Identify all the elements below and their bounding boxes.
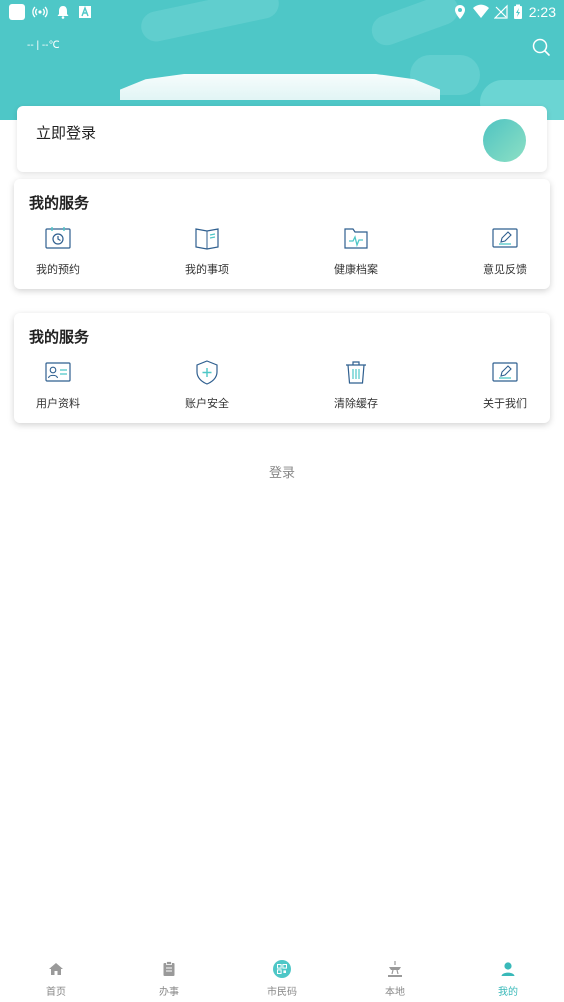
calendar-clock-icon xyxy=(45,227,71,249)
service-label: 清除缓存 xyxy=(334,397,378,410)
location-icon xyxy=(455,5,465,19)
landmark-icon xyxy=(388,961,402,977)
edit-icon xyxy=(492,362,518,382)
card-title: 我的服务 xyxy=(29,328,90,346)
service-clear-cache[interactable]: 清除缓存 xyxy=(316,359,396,417)
weather-readout: -- | --℃ xyxy=(27,40,60,51)
nav-item-home[interactable]: 首页 xyxy=(16,960,96,1000)
login-link[interactable]: 登录 xyxy=(232,462,332,481)
nav-label: 我的 xyxy=(498,987,518,998)
id-card-icon xyxy=(45,362,71,382)
trash-icon xyxy=(346,361,366,384)
health-folder-icon xyxy=(344,228,368,249)
app-notification-icon xyxy=(9,4,25,20)
nav-label: 首页 xyxy=(46,987,66,998)
header-wave-decoration xyxy=(120,74,440,100)
nav-label: 市民码 xyxy=(267,987,297,998)
user-icon xyxy=(501,962,515,976)
service-feedback[interactable]: 意见反馈 xyxy=(465,225,545,283)
hotspot-icon xyxy=(32,6,48,18)
a-badge-icon xyxy=(79,6,91,18)
service-about-us[interactable]: 关于我们 xyxy=(465,359,545,417)
service-label: 意见反馈 xyxy=(483,263,527,276)
service-label: 健康档案 xyxy=(334,263,378,276)
service-user-profile[interactable]: 用户资料 xyxy=(18,359,98,417)
wifi-icon xyxy=(473,4,489,18)
bell-icon xyxy=(57,6,69,19)
services-card: 我的服务 我的预约 我的事项 健康档案 意见反馈 xyxy=(14,179,550,289)
service-account-security[interactable]: 账户安全 xyxy=(167,359,247,417)
bottom-nav: 首页 办事 市民码 本地 我的 xyxy=(0,952,564,1002)
service-label: 账户安全 xyxy=(185,397,229,410)
service-label: 用户资料 xyxy=(36,397,80,410)
home-icon xyxy=(49,963,63,975)
search-icon[interactable] xyxy=(530,36,552,58)
nav-item-mine[interactable]: 我的 xyxy=(468,960,548,1000)
service-label: 我的事项 xyxy=(185,263,229,276)
nav-item-local[interactable]: 本地 xyxy=(355,960,435,1000)
nav-label: 办事 xyxy=(159,987,179,998)
status-time: 2:23 xyxy=(528,4,556,20)
service-health-records[interactable]: 健康档案 xyxy=(316,225,396,283)
service-my-appointments[interactable]: 我的预约 xyxy=(18,225,98,283)
no-signal-icon xyxy=(494,4,508,19)
clipboard-icon xyxy=(163,961,175,976)
qr-code-icon xyxy=(273,960,291,978)
service-label: 我的预约 xyxy=(36,263,80,276)
nav-label: 本地 xyxy=(385,987,405,998)
edit-icon xyxy=(492,228,518,248)
book-icon xyxy=(195,228,219,250)
card-title: 我的服务 xyxy=(29,194,90,212)
service-label: 关于我们 xyxy=(483,397,527,410)
login-card[interactable]: 立即登录 xyxy=(17,106,547,172)
nav-item-citizen-code[interactable]: 市民码 xyxy=(242,960,322,1000)
settings-card: 我的服务 用户资料 账户安全 清除缓存 关于我们 xyxy=(14,313,550,423)
status-bar: 2:23 xyxy=(0,0,564,24)
avatar[interactable] xyxy=(483,119,526,162)
shield-icon xyxy=(196,360,218,385)
service-my-items[interactable]: 我的事项 xyxy=(167,225,247,283)
login-prompt: 立即登录 xyxy=(36,124,97,142)
nav-item-services[interactable]: 办事 xyxy=(129,960,209,1000)
battery-charging-icon xyxy=(514,4,522,19)
